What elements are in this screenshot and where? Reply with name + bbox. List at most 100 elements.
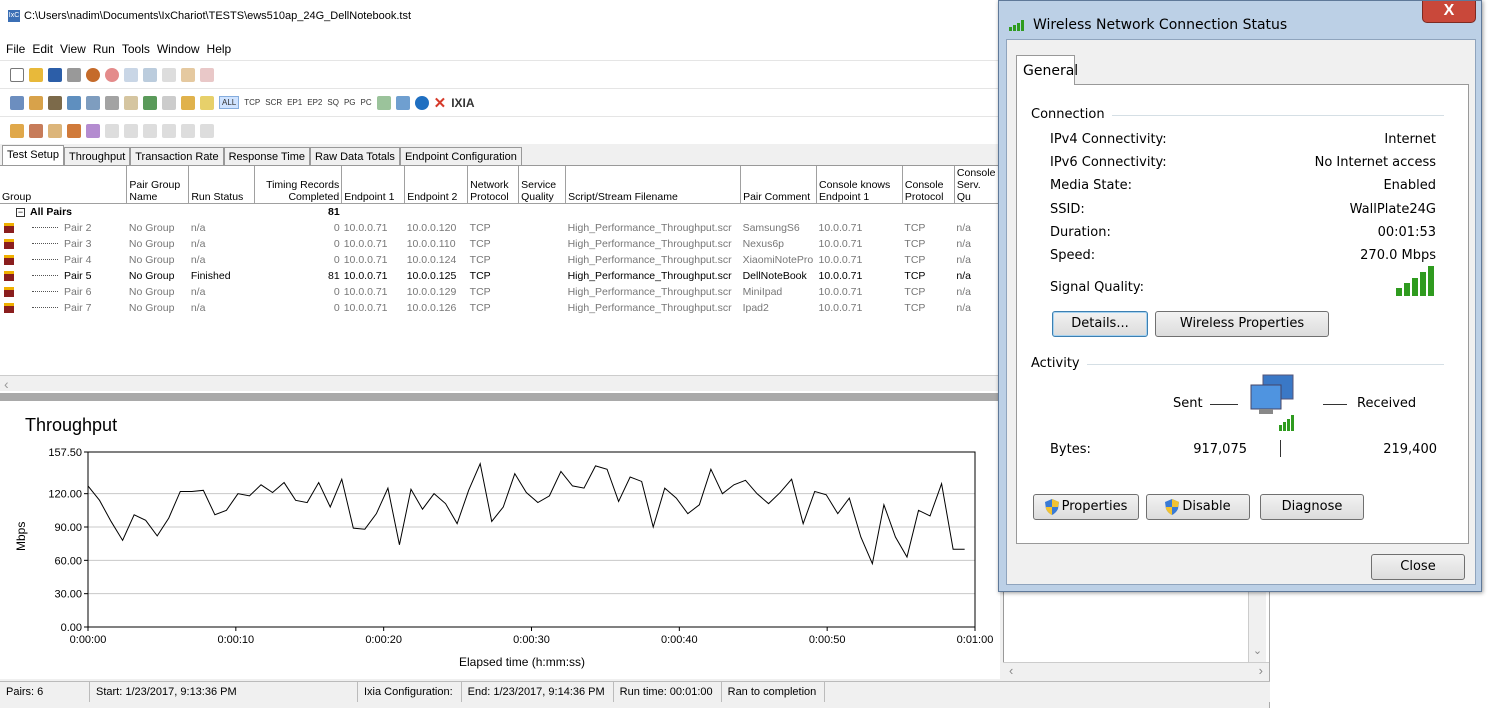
tool9-icon[interactable] [162,123,176,138]
view-pc-button[interactable]: PC [361,98,372,107]
tab-transaction-rate[interactable]: Transaction Rate [130,147,224,165]
tool6-icon[interactable] [105,123,119,138]
y-tick-label: 30.00 [54,589,82,601]
disable-button[interactable]: Disable [1146,494,1250,520]
tool1-icon[interactable] [10,123,24,138]
view-tcp-button[interactable]: TCP [244,98,260,107]
cell-run-status: Finished [190,269,231,282]
graph-icon[interactable] [162,95,176,110]
add-pair-icon[interactable] [10,95,24,110]
export-icon[interactable] [376,95,391,110]
tab-endpoint-configuration[interactable]: Endpoint Configuration [399,147,522,165]
col-header-endpoint1[interactable]: Endpoint 1 [341,166,406,204]
col-header-console-knows-ep1[interactable]: Console knows Endpoint 1 [816,166,903,204]
cell-endpoint1: 10.0.0.71 [343,269,388,282]
edit-script-icon[interactable] [143,95,157,110]
stop-icon[interactable] [105,67,119,82]
menu-run[interactable]: Run [93,40,122,60]
tab-test-setup[interactable]: Test Setup [2,145,64,165]
cut-icon[interactable] [143,67,157,82]
refresh-icon[interactable] [124,67,138,82]
copy-icon[interactable] [162,67,176,82]
tab-throughput[interactable]: Throughput [63,147,131,165]
view-sq-button[interactable]: SQ [327,98,339,107]
run-icon[interactable] [86,67,100,82]
pair-row[interactable]: Pair 6 No Group n/a 0 10.0.0.71 10.0.0.129 TCP… [0,284,1000,300]
menu-window[interactable]: Window [157,40,207,60]
diagnose-button[interactable]: Diagnose [1260,494,1364,520]
wireless-properties-button[interactable]: Wireless Properties [1155,311,1329,337]
mail-icon[interactable] [105,95,119,110]
menu-edit[interactable]: Edit [32,40,60,60]
tool3-icon[interactable] [48,123,62,138]
scroll-left-icon[interactable]: ‹ [1009,663,1013,680]
right-pane-vertical-scrollbar[interactable]: ⌄ [1248,588,1266,662]
tool5-icon[interactable] [86,123,100,138]
view-ep2-button[interactable]: EP2 [307,98,322,107]
menu-help[interactable]: Help [207,40,239,60]
pair-row[interactable]: Pair 3 No Group n/a 0 10.0.0.71 10.0.0.110 TCP… [0,236,1000,252]
ssid-label: SSID: [1050,202,1085,217]
add-multicast-icon[interactable] [29,95,43,110]
collapse-icon[interactable]: − [16,207,25,217]
save-icon[interactable] [48,67,62,82]
right-pane-horizontal-scrollbar[interactable]: ‹ › [1003,662,1269,680]
renumber-icon[interactable] [67,95,81,110]
cell-console-protocol: TCP [904,253,926,266]
scroll-right-icon[interactable]: › [1259,663,1263,680]
print-icon[interactable] [67,67,81,82]
pair-row[interactable]: Pair 7 No Group n/a 0 10.0.0.71 10.0.0.126 TCP… [0,300,1000,316]
edit-pair-icon[interactable] [48,95,62,110]
cell-endpoint2: 10.0.0.124 [406,253,457,266]
tool7-icon[interactable] [124,123,138,138]
info-icon[interactable] [414,95,429,110]
col-header-console-serv-qu[interactable]: Console Serv. Qu [954,166,1000,204]
open-folder-icon[interactable] [29,67,43,82]
col-header-group[interactable]: Group [0,166,128,204]
tab-response-time[interactable]: Response Time [223,147,311,165]
menu-tools[interactable]: Tools [122,40,157,60]
tab-general[interactable]: General [1016,55,1078,85]
pane-splitter[interactable] [0,393,1000,401]
pair-row[interactable]: Pair 5 No Group Finished 81 10.0.0.71 10.0.0.… [0,268,1000,284]
filter-icon[interactable] [200,95,214,110]
col-header-service-quality[interactable]: Service Quality [518,166,567,204]
swap-endpoints-icon[interactable] [86,95,100,110]
pair-row[interactable]: Pair 4 No Group n/a 0 10.0.0.71 10.0.0.124 TCP… [0,252,1000,268]
window-icon[interactable] [395,95,410,110]
tool10-icon[interactable] [181,123,195,138]
tool8-icon[interactable] [143,123,157,138]
tool4-icon[interactable] [67,123,81,138]
close-icon[interactable]: X [1422,1,1476,23]
col-header-endpoint2[interactable]: Endpoint 2 [404,166,469,204]
all-pairs-row[interactable]: − All Pairs 81 [0,203,1000,220]
col-header-pair-comment[interactable]: Pair Comment [740,166,818,204]
delete-icon[interactable] [200,67,214,82]
details-button[interactable]: Details... [1052,311,1148,337]
tool2-icon[interactable] [29,123,43,138]
close-button[interactable]: Close [1371,554,1465,580]
view-pg-button[interactable]: PG [344,98,356,107]
view-all-button[interactable]: ALL [219,96,240,109]
scroll-down-icon[interactable]: ⌄ [1253,645,1262,657]
new-icon[interactable] [10,67,24,82]
view-scr-button[interactable]: SCR [265,98,282,107]
properties-button[interactable]: Properties [1033,494,1139,520]
paste-icon[interactable] [181,67,195,82]
sort-icon[interactable] [181,95,195,110]
menu-file[interactable]: File [6,40,32,60]
grid-horizontal-scrollbar[interactable]: ‹ [0,375,1000,392]
col-header-script-filename[interactable]: Script/Stream Filename [565,166,742,204]
col-header-network-protocol[interactable]: Network Protocol [467,166,520,204]
pair-row[interactable]: Pair 2 No Group n/a 0 10.0.0.71 10.0.0.120 TCP… [0,220,1000,236]
menu-view[interactable]: View [60,40,93,60]
col-header-timing-records[interactable]: Timing Records Completed [254,166,343,204]
tab-raw-data-totals[interactable]: Raw Data Totals [310,147,400,165]
notes-icon[interactable] [124,95,138,110]
col-header-pair-group-name[interactable]: Pair Group Name [126,166,190,204]
view-ep1-button[interactable]: EP1 [287,98,302,107]
tool11-icon[interactable] [200,123,214,138]
scroll-left-icon[interactable]: ‹ [4,376,9,392]
col-header-run-status[interactable]: Run Status [188,166,256,204]
col-header-console-protocol[interactable]: Console Protocol [902,166,955,204]
